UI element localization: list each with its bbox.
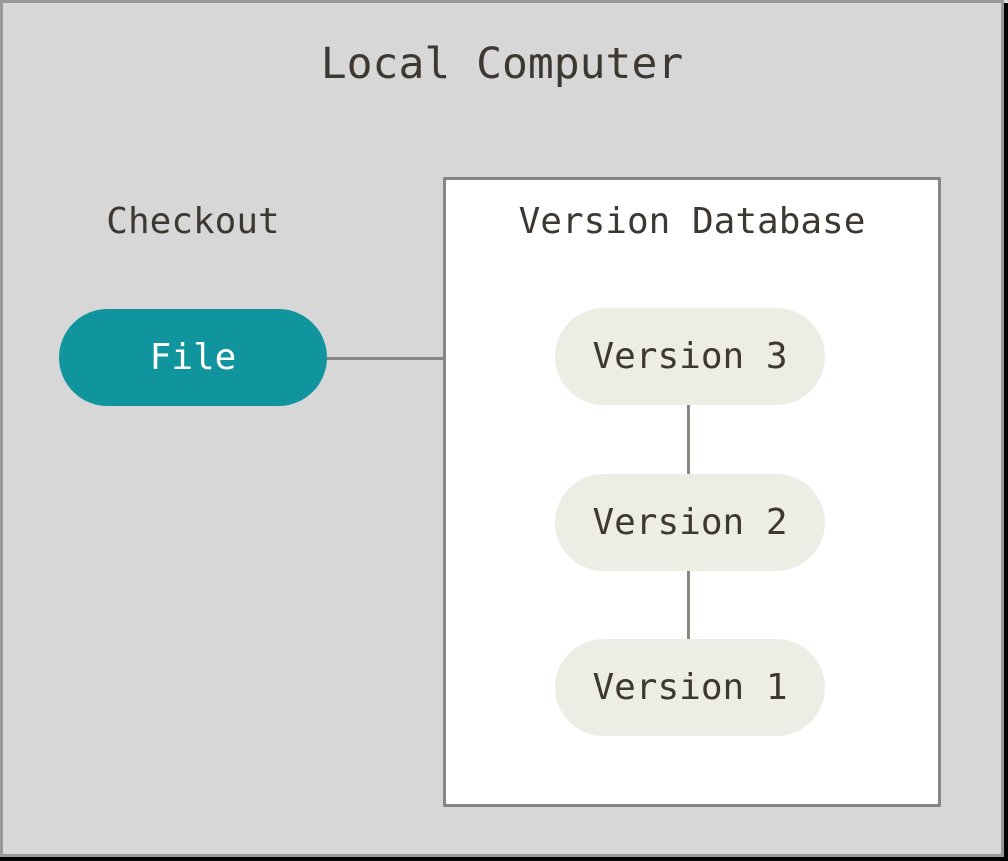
version-3-node: Version 3 <box>555 308 825 405</box>
diagram-title: Local Computer <box>3 39 1001 89</box>
file-node: File <box>59 309 327 406</box>
local-computer-frame: Local Computer Checkout File Version Dat… <box>0 0 1004 857</box>
version-1-label: Version 1 <box>592 667 787 708</box>
window-shadow-bottom <box>0 857 1008 861</box>
window-shadow-right <box>1004 3 1008 861</box>
version-2-node: Version 2 <box>555 474 825 571</box>
version-1-node: Version 1 <box>555 639 825 736</box>
version-database-title: Version Database <box>446 201 938 243</box>
screenshot-stage: Local Computer Checkout File Version Dat… <box>0 0 1008 861</box>
file-node-label: File <box>150 337 237 378</box>
version-3-label: Version 3 <box>592 336 787 377</box>
version-2-label: Version 2 <box>592 502 787 543</box>
connector-version2-to-version1 <box>687 571 690 639</box>
diagram-canvas: Local Computer Checkout File Version Dat… <box>3 3 1001 854</box>
checkout-label: Checkout <box>59 201 327 243</box>
connector-version3-to-version2 <box>687 405 690 474</box>
version-database-box: Version Database Version 3 Version 2 Ver… <box>443 177 941 807</box>
